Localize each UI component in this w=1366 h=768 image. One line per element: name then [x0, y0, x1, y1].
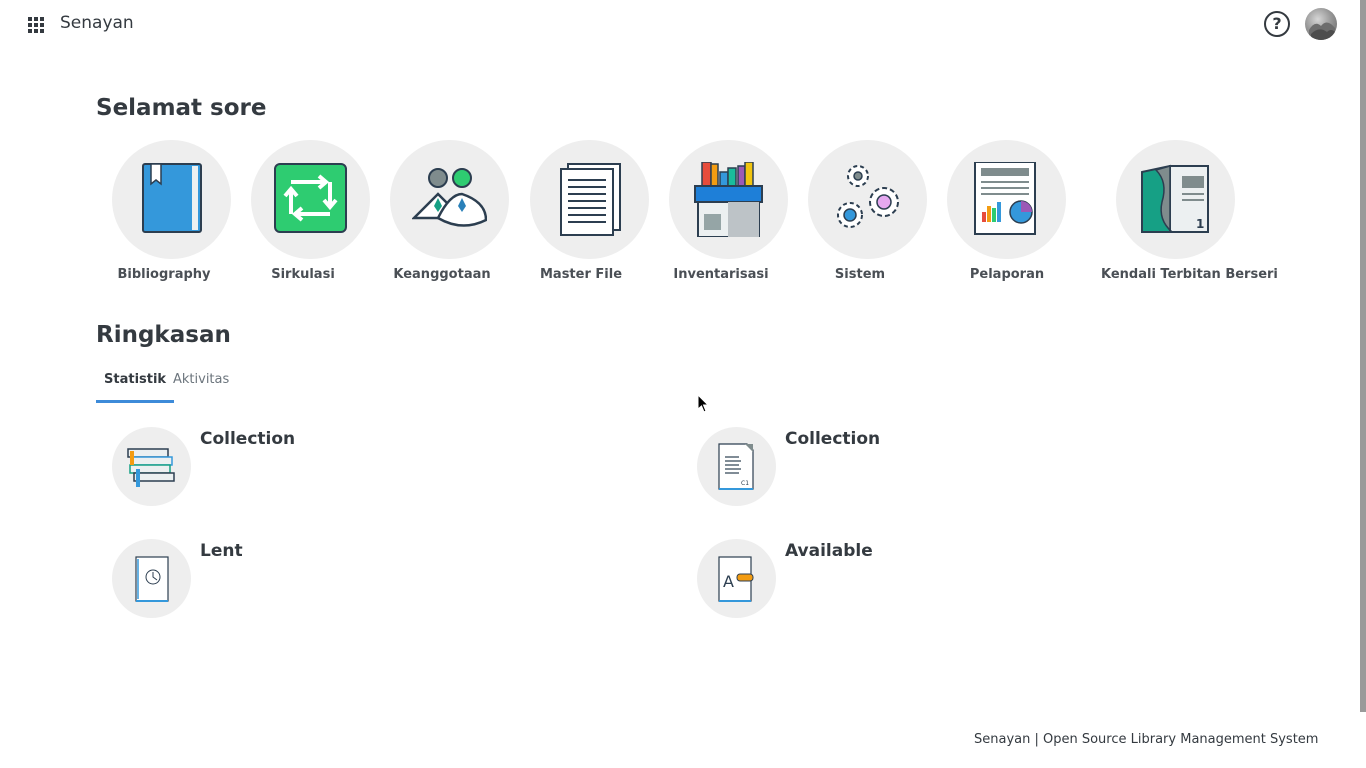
tab-aktivitas[interactable]: Aktivitas: [165, 368, 237, 403]
help-circle-icon[interactable]: ?: [1264, 11, 1290, 37]
user-avatar[interactable]: [1305, 8, 1337, 40]
module-master-file[interactable]: Master File: [514, 140, 664, 290]
module-inventarisasi[interactable]: Inventarisasi: [654, 140, 804, 290]
stat-title: Collection: [200, 429, 296, 449]
stat-circle: [112, 539, 191, 618]
brand-title[interactable]: Senayan: [60, 13, 134, 33]
module-label: Kendali Terbitan Berseri: [1101, 267, 1278, 282]
module-label: Sirkulasi: [271, 267, 335, 282]
module-keanggotaan[interactable]: Keanggotaan: [375, 140, 525, 290]
module-sirkulasi[interactable]: Sirkulasi: [236, 140, 386, 290]
stat-circle: A: [697, 539, 776, 618]
stat-card-lent: Lent: [112, 539, 412, 619]
available-book-icon: A: [718, 556, 754, 602]
module-label: Bibliography: [117, 267, 211, 282]
apps-grid-icon[interactable]: [26, 15, 46, 35]
module-bibliography[interactable]: Bibliography: [97, 140, 247, 290]
footer-text: Senayan | Open Source Library Management…: [974, 732, 1319, 747]
module-circle: 1: [1116, 140, 1235, 259]
svg-text:C1: C1: [741, 480, 749, 487]
module-circle: [808, 140, 927, 259]
stat-title: Lent: [200, 541, 243, 561]
members-icon: [412, 168, 487, 227]
module-label: Pelaporan: [969, 267, 1045, 282]
module-label: Sistem: [834, 267, 886, 282]
stat-title: Collection: [785, 429, 881, 449]
scrollbar[interactable]: [1360, 0, 1366, 712]
books-stack-icon: [127, 448, 175, 487]
book-icon: [142, 163, 202, 233]
stat-circle: C1: [697, 427, 776, 506]
stat-circle: [112, 427, 191, 506]
mouse-cursor-icon: [697, 394, 710, 413]
module-kendali-terbitan-berseri[interactable]: 1 Kendali Terbitan Berseri: [1101, 140, 1278, 290]
module-circle: [251, 140, 370, 259]
tab-statistik[interactable]: Statistik: [96, 368, 175, 403]
module-shortcuts: Bibliography Sirkulasi Keanggotaan Maste…: [0, 140, 1366, 290]
greeting-heading: Selamat sore: [96, 95, 267, 121]
gears-icon: [837, 165, 899, 228]
catalog-card-icon: C1: [718, 443, 754, 490]
module-circle: [112, 140, 231, 259]
module-circle: [947, 140, 1066, 259]
lent-book-icon: [135, 556, 169, 602]
module-circle: [390, 140, 509, 259]
top-bar: Senayan ?: [0, 0, 1366, 50]
stat-card-collection-titles: Collection: [112, 427, 412, 507]
module-sistem[interactable]: Sistem: [793, 140, 943, 290]
circulation-icon: [274, 163, 347, 233]
module-label: Keanggotaan: [393, 267, 491, 282]
module-pelaporan[interactable]: Pelaporan: [932, 140, 1082, 290]
module-circle: [530, 140, 649, 259]
stat-card-collection-items: C1 Collection: [697, 427, 997, 507]
inventory-icon: [694, 162, 763, 237]
serial-icon: 1: [1141, 164, 1209, 233]
stat-card-available: A Available: [697, 539, 997, 619]
documents-icon: [560, 163, 621, 236]
report-icon: [974, 162, 1036, 235]
module-label: Inventarisasi: [673, 267, 769, 282]
summary-heading: Ringkasan: [96, 322, 231, 348]
module-label: Master File: [539, 267, 623, 282]
stat-title: Available: [785, 541, 873, 561]
module-circle: [669, 140, 788, 259]
svg-text:A: A: [723, 572, 734, 591]
svg-text:1: 1: [1196, 217, 1204, 231]
